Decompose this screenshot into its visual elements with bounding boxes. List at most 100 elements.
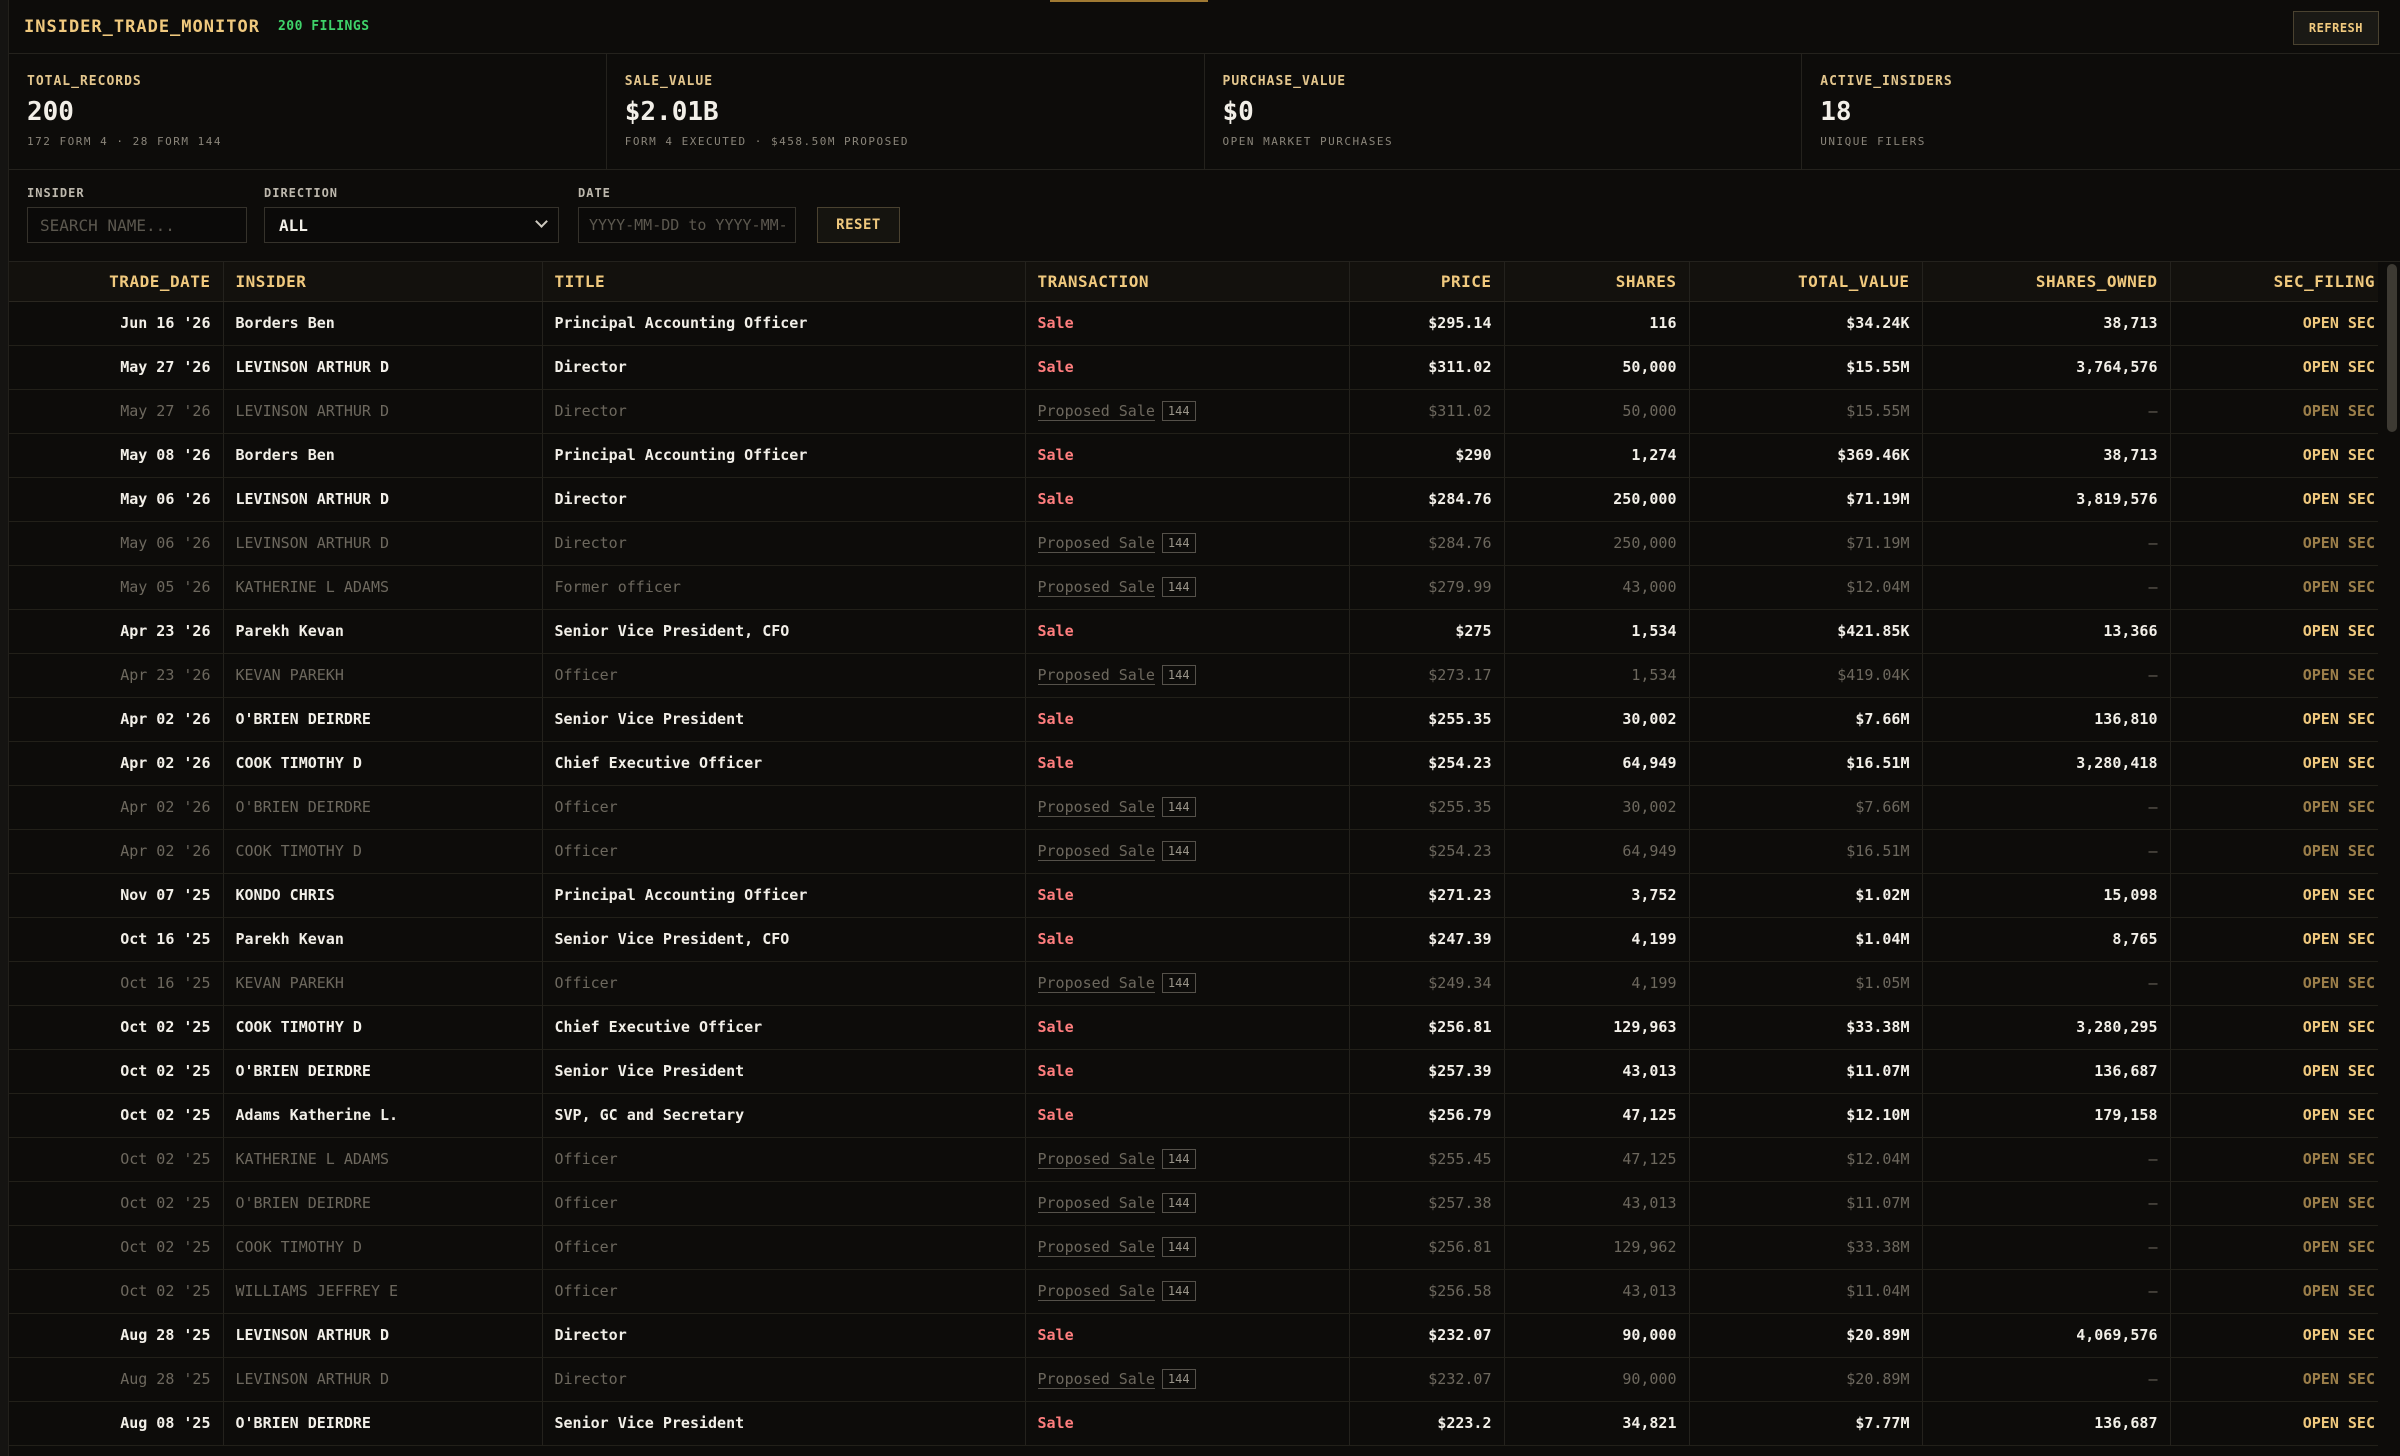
cell-sec-filing: OPEN SEC xyxy=(2170,1181,2387,1226)
table-row[interactable]: Oct 02 '25 O'BRIEN DEIRDRE Senior Vice Pre… xyxy=(9,1049,2387,1094)
column-header-insider[interactable]: INSIDER xyxy=(223,262,543,302)
stat-value: 18 xyxy=(1820,97,1852,127)
refresh-button[interactable]: REFRESH xyxy=(2292,11,2379,45)
column-header-transaction[interactable]: TRANSACTION xyxy=(1025,262,1350,302)
open-sec-link[interactable]: OPEN SEC xyxy=(2303,1414,2375,1432)
date-range-input[interactable] xyxy=(578,207,796,243)
cell-transaction: Proposed Sale 144 xyxy=(1025,1357,1350,1402)
transaction-label: Proposed Sale xyxy=(1037,578,1155,597)
transaction-label: Sale xyxy=(1037,314,1074,332)
column-header-title[interactable]: TITLE xyxy=(542,262,1026,302)
table-row[interactable]: Apr 02 '26 O'BRIEN DEIRDRE Senior Vice Pre… xyxy=(9,697,2387,742)
open-sec-link[interactable]: OPEN SEC xyxy=(2303,1062,2375,1080)
table-row[interactable]: Oct 02 '25 Adams Katherine L. SVP, GC and … xyxy=(9,1093,2387,1138)
table-row[interactable]: May 08 '26 Borders Ben Principal Accountin… xyxy=(9,433,2387,478)
cell-trade-date: Apr 23 '26 xyxy=(9,653,224,698)
open-sec-link[interactable]: OPEN SEC xyxy=(2303,358,2375,376)
cell-total-value: $15.55M xyxy=(1689,389,1923,434)
table-row[interactable]: May 06 '26 LEVINSON ARTHUR D Director Sale $… xyxy=(9,477,2387,522)
table-row[interactable]: May 05 '26 KATHERINE L ADAMS Former office… xyxy=(9,565,2387,610)
open-sec-link[interactable]: OPEN SEC xyxy=(2303,314,2375,332)
cell-shares-owned: — xyxy=(1922,1269,2171,1314)
column-header-trade-date[interactable]: TRADE_DATE xyxy=(9,262,224,302)
table-row[interactable]: Apr 23 '26 KEVAN PAREKH Officer Proposed Sa… xyxy=(9,653,2387,698)
open-sec-link[interactable]: OPEN SEC xyxy=(2303,754,2375,772)
scrollbar-track[interactable] xyxy=(2378,262,2400,1456)
cell-sec-filing: OPEN SEC xyxy=(2170,345,2387,390)
table-row[interactable]: Oct 02 '25 COOK TIMOTHY D Chief Executive … xyxy=(9,1005,2387,1050)
table-row[interactable]: Aug 28 '25 LEVINSON ARTHUR D Director Sale $… xyxy=(9,1313,2387,1358)
date-filter-label: DATE xyxy=(578,186,611,200)
open-sec-link[interactable]: OPEN SEC xyxy=(2303,1238,2375,1256)
table-row[interactable]: May 27 '26 LEVINSON ARTHUR D Director Sale $… xyxy=(9,345,2387,390)
open-sec-link[interactable]: OPEN SEC xyxy=(2303,534,2375,552)
cell-shares-owned: — xyxy=(1922,829,2171,874)
cell-trade-date: Oct 02 '25 xyxy=(9,1005,224,1050)
form-144-badge: 144 xyxy=(1161,797,1196,817)
table-row[interactable]: Oct 16 '25 KEVAN PAREKH Officer Proposed Sa… xyxy=(9,961,2387,1006)
open-sec-link[interactable]: OPEN SEC xyxy=(2303,578,2375,596)
cell-insider: O'BRIEN DEIRDRE xyxy=(223,1181,543,1226)
open-sec-link[interactable]: OPEN SEC xyxy=(2303,1370,2375,1388)
column-header-total-value[interactable]: TOTAL_VALUE xyxy=(1689,262,1923,302)
open-sec-link[interactable]: OPEN SEC xyxy=(2303,842,2375,860)
cell-shares: 90,000 xyxy=(1504,1357,1690,1402)
column-header-shares[interactable]: SHARES xyxy=(1504,262,1690,302)
cell-insider: O'BRIEN DEIRDRE xyxy=(223,1049,543,1094)
direction-select[interactable]: ALL xyxy=(264,207,559,243)
cell-shares-owned: — xyxy=(1922,521,2171,566)
table-row[interactable]: Aug 28 '25 LEVINSON ARTHUR D Director Propo… xyxy=(9,1357,2387,1402)
column-header-price[interactable]: PRICE xyxy=(1349,262,1505,302)
open-sec-link[interactable]: OPEN SEC xyxy=(2303,886,2375,904)
table-row[interactable]: May 06 '26 LEVINSON ARTHUR D Director Propo… xyxy=(9,521,2387,566)
table-row[interactable]: May 27 '26 LEVINSON ARTHUR D Director Propo… xyxy=(9,389,2387,434)
table-row[interactable]: Apr 02 '26 COOK TIMOTHY D Chief Executive … xyxy=(9,741,2387,786)
cell-total-value: $12.04M xyxy=(1689,565,1923,610)
open-sec-link[interactable]: OPEN SEC xyxy=(2303,1106,2375,1124)
column-header-shares-owned[interactable]: SHARES_OWNED xyxy=(1922,262,2171,302)
open-sec-link[interactable]: OPEN SEC xyxy=(2303,402,2375,420)
open-sec-link[interactable]: OPEN SEC xyxy=(2303,1018,2375,1036)
transaction-label: Sale xyxy=(1037,1326,1074,1344)
table-row[interactable]: Oct 02 '25 O'BRIEN DEIRDRE Officer Proposed… xyxy=(9,1181,2387,1226)
open-sec-link[interactable]: OPEN SEC xyxy=(2303,446,2375,464)
table-row[interactable]: Apr 02 '26 O'BRIEN DEIRDRE Officer Proposed… xyxy=(9,785,2387,830)
open-sec-link[interactable]: OPEN SEC xyxy=(2303,490,2375,508)
open-sec-link[interactable]: OPEN SEC xyxy=(2303,622,2375,640)
table-row[interactable]: Oct 16 '25 Parekh Kevan Senior Vice Presid… xyxy=(9,917,2387,962)
column-header-sec-filing[interactable]: SEC_FILING xyxy=(2170,262,2387,302)
open-sec-link[interactable]: OPEN SEC xyxy=(2303,710,2375,728)
cell-title: Director xyxy=(542,1357,1026,1402)
cell-sec-filing: OPEN SEC xyxy=(2170,565,2387,610)
open-sec-link[interactable]: OPEN SEC xyxy=(2303,1326,2375,1344)
open-sec-link[interactable]: OPEN SEC xyxy=(2303,1282,2375,1300)
open-sec-link[interactable]: OPEN SEC xyxy=(2303,798,2375,816)
cell-trade-date: Oct 02 '25 xyxy=(9,1181,224,1226)
cell-trade-date: Aug 28 '25 xyxy=(9,1313,224,1358)
open-sec-link[interactable]: OPEN SEC xyxy=(2303,1150,2375,1168)
open-sec-link[interactable]: OPEN SEC xyxy=(2303,930,2375,948)
stat-label: TOTAL_RECORDS xyxy=(27,74,142,89)
open-sec-link[interactable]: OPEN SEC xyxy=(2303,974,2375,992)
open-sec-link[interactable]: OPEN SEC xyxy=(2303,666,2375,684)
table-row[interactable]: Aug 08 '25 O'BRIEN DEIRDRE Senior Vice Pre… xyxy=(9,1401,2387,1446)
cell-trade-date: Oct 02 '25 xyxy=(9,1225,224,1270)
table-row[interactable]: Oct 02 '25 KATHERINE L ADAMS Officer Propos… xyxy=(9,1137,2387,1182)
reset-filters-button[interactable]: RESET xyxy=(817,207,900,243)
table-row[interactable]: Oct 02 '25 COOK TIMOTHY D Officer Proposed … xyxy=(9,1225,2387,1270)
insider-search-input[interactable] xyxy=(27,207,247,243)
open-sec-link[interactable]: OPEN SEC xyxy=(2303,1194,2375,1212)
table-row[interactable]: Apr 02 '26 COOK TIMOTHY D Officer Proposed … xyxy=(9,829,2387,874)
app-root: INSIDER_TRADE_MONITOR 200 FILINGS REFRES… xyxy=(9,0,2400,1456)
cell-price: $284.76 xyxy=(1349,521,1505,566)
table-row[interactable]: Oct 02 '25 WILLIAMS JEFFREY E Officer Propo… xyxy=(9,1269,2387,1314)
cell-transaction: Proposed Sale 144 xyxy=(1025,829,1350,874)
table-row[interactable]: Jun 16 '26 Borders Ben Principal Accountin… xyxy=(9,301,2387,346)
cell-insider: LEVINSON ARTHUR D xyxy=(223,1313,543,1358)
scrollbar-thumb[interactable] xyxy=(2387,264,2397,432)
table-row[interactable]: Apr 23 '26 Parekh Kevan Senior Vice Presid… xyxy=(9,609,2387,654)
table-row[interactable]: Nov 07 '25 KONDO CHRIS Principal Accountin… xyxy=(9,873,2387,918)
cell-shares: 4,199 xyxy=(1504,917,1690,962)
cell-price: $273.17 xyxy=(1349,653,1505,698)
transaction-label: Proposed Sale xyxy=(1037,1150,1155,1169)
